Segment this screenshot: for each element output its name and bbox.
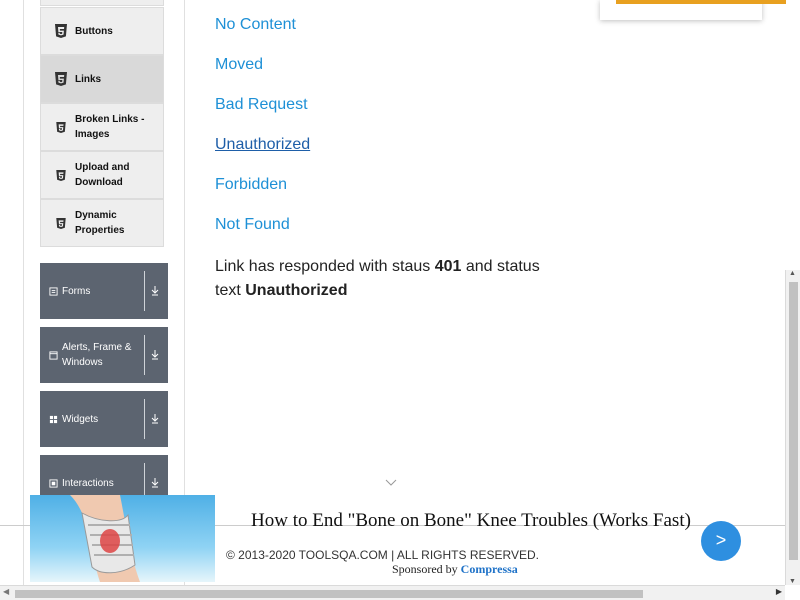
sidebar-item-upload-download[interactable]: Upload and Download <box>40 151 164 199</box>
link-not-found[interactable]: Not Found <box>215 216 290 234</box>
sidebar-group-forms[interactable]: Forms <box>40 263 168 319</box>
sidebar-group-label: Interactions <box>62 477 114 489</box>
form-icon <box>49 286 58 296</box>
html5-icon <box>56 217 66 229</box>
html5-icon <box>55 24 67 38</box>
divider <box>144 271 145 311</box>
ad-banner[interactable]: How to End "Bone on Bone" Knee Troubles … <box>30 495 785 583</box>
link-unauthorized[interactable]: Unauthorized <box>215 136 310 154</box>
link-moved[interactable]: Moved <box>215 56 263 74</box>
divider <box>144 399 145 439</box>
sidebar-group-widgets[interactable]: Widgets <box>40 391 168 447</box>
sidebar-item-label: Buttons <box>75 25 113 37</box>
sidebar-item-links[interactable]: Links <box>40 55 164 103</box>
scroll-up-icon[interactable]: ▲ <box>789 270 796 277</box>
scroll-down-icon[interactable]: ▼ <box>789 578 796 585</box>
window-icon <box>49 350 58 360</box>
ad-sponsor-name[interactable]: Compressa <box>461 562 518 576</box>
download-arrow-icon[interactable] <box>150 476 160 490</box>
chevron-down-icon[interactable] <box>384 476 398 488</box>
link-no-content[interactable]: No Content <box>215 16 296 34</box>
popup-accent-bar <box>616 0 786 4</box>
sidebar-item-dynamic-properties[interactable]: Dynamic Properties <box>40 199 164 247</box>
download-arrow-icon[interactable] <box>150 412 160 426</box>
horizontal-scroll-thumb[interactable] <box>15 590 643 598</box>
sidebar-item-label: Dynamic Properties <box>75 210 125 236</box>
divider <box>144 335 145 375</box>
link-response-message: Link has responded with staus 401 and st… <box>215 255 555 303</box>
html5-icon <box>55 72 67 86</box>
html5-icon <box>56 121 66 133</box>
download-arrow-icon[interactable] <box>150 284 160 298</box>
ad-sponsored-by: Sponsored by <box>392 562 458 576</box>
ad-image[interactable] <box>30 495 215 582</box>
scroll-right-icon[interactable]: ▶ <box>776 587 782 596</box>
sidebar-group-label: Widgets <box>62 413 99 425</box>
sidebar-item-label: Upload and Download <box>75 162 130 188</box>
sidebar-item-label: Links <box>75 73 102 85</box>
scroll-left-icon[interactable]: ◀ <box>3 587 9 596</box>
html5-icon <box>56 169 66 181</box>
sidebar-item-broken-links[interactable]: Broken Links - Images <box>40 103 164 151</box>
interactions-icon <box>49 478 58 488</box>
sidebar-item-label: Broken Links - Images <box>75 114 145 140</box>
ad-sponsor-line: Sponsored by Compressa <box>392 562 518 577</box>
link-bad-request[interactable]: Bad Request <box>215 96 308 114</box>
sidebar-group-label: Forms <box>62 285 91 297</box>
vertical-scroll-thumb[interactable] <box>789 282 798 560</box>
ad-title[interactable]: How to End "Bone on Bone" Knee Troubles … <box>246 508 696 533</box>
vertical-scrollbar[interactable]: ▲ ▼ <box>785 270 800 585</box>
link-forbidden[interactable]: Forbidden <box>215 176 287 194</box>
response-status-text: Unauthorized <box>245 282 348 299</box>
knee-sleeve-image <box>70 495 140 582</box>
sidebar-group-alerts[interactable]: Alerts, Frame & Windows <box>40 327 168 383</box>
response-prefix: Link has responded with staus <box>215 258 431 275</box>
download-arrow-icon[interactable] <box>150 348 160 362</box>
response-status-code: 401 <box>434 258 462 275</box>
notification-popup <box>600 0 786 20</box>
sidebar-group-label: Alerts, Frame & Windows <box>62 342 132 368</box>
sidebar-item-buttons[interactable]: Buttons <box>40 7 164 55</box>
sidebar-item-partial <box>40 0 164 6</box>
horizontal-scrollbar[interactable]: ◀ ▶ <box>0 585 785 600</box>
widgets-icon <box>49 415 58 423</box>
ad-next-button[interactable]: > <box>701 521 741 561</box>
